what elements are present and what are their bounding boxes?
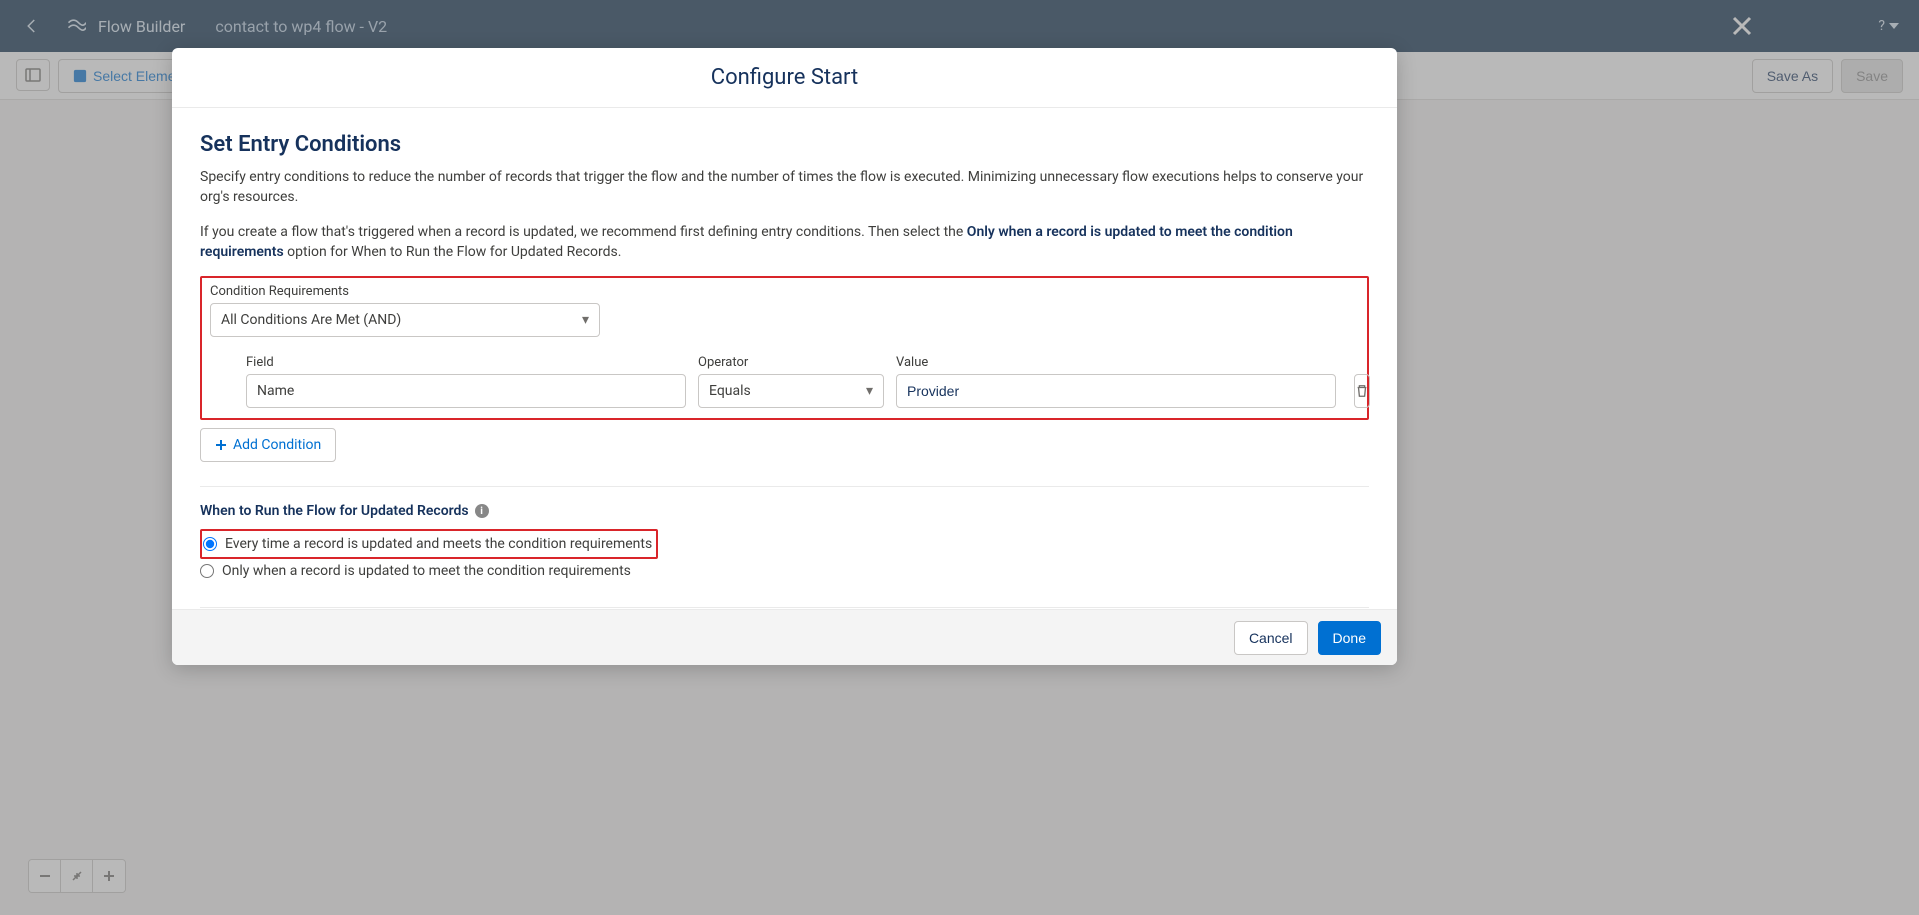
add-condition-label: Add Condition: [233, 437, 321, 453]
modal-header: Configure Start: [172, 48, 1397, 108]
info-icon[interactable]: i: [475, 504, 489, 518]
radio-option-2[interactable]: Only when a record is updated to meet th…: [200, 559, 1369, 583]
operator-select[interactable]: Equals ▾: [698, 374, 884, 408]
value-column: Value: [896, 355, 1336, 408]
field-column: Field Name: [246, 355, 686, 408]
field-select[interactable]: Name: [246, 374, 686, 408]
done-button[interactable]: Done: [1318, 621, 1381, 655]
chevron-down-icon: ▾: [582, 312, 589, 328]
radio-option-1[interactable]: Every time a record is updated and meets…: [203, 532, 652, 556]
when-to-run-title: When to Run the Flow for Updated Records…: [200, 503, 1369, 519]
section-heading: Set Entry Conditions: [200, 132, 1369, 157]
configure-start-modal: Configure Start Set Entry Conditions Spe…: [172, 48, 1397, 665]
add-condition-button[interactable]: Add Condition: [200, 428, 336, 462]
operator-label: Operator: [698, 355, 884, 370]
value-input[interactable]: [896, 374, 1336, 408]
field-label: Field: [246, 355, 686, 370]
condition-requirements-section: Condition Requirements All Conditions Ar…: [200, 276, 1369, 420]
description-2: If you create a flow that's triggered wh…: [200, 222, 1369, 263]
modal-body: Set Entry Conditions Specify entry condi…: [172, 108, 1397, 609]
modal-title: Configure Start: [711, 65, 858, 90]
modal-footer: Cancel Done: [172, 609, 1397, 665]
radio-option-1-highlight: Every time a record is updated and meets…: [200, 529, 658, 559]
radio-only-when[interactable]: [200, 564, 214, 578]
radio-every-time[interactable]: [203, 537, 217, 551]
chevron-down-icon: ▾: [866, 383, 873, 399]
condition-requirements-select[interactable]: All Conditions Are Met (AND) ▾: [210, 303, 600, 337]
description-1: Specify entry conditions to reduce the n…: [200, 167, 1369, 208]
condition-requirements-label: Condition Requirements: [210, 284, 1359, 299]
radio-only-when-label: Only when a record is updated to meet th…: [222, 563, 631, 579]
delete-condition-button[interactable]: [1354, 374, 1370, 408]
condition-requirements-value: All Conditions Are Met (AND): [221, 312, 401, 328]
cancel-button[interactable]: Cancel: [1234, 621, 1308, 655]
radio-every-time-label: Every time a record is updated and meets…: [225, 536, 652, 552]
value-label: Value: [896, 355, 1336, 370]
operator-column: Operator Equals ▾: [698, 355, 884, 408]
condition-row: Field Name Operator Equals ▾ Value: [210, 355, 1359, 408]
separator: [200, 486, 1369, 487]
operator-value: Equals: [709, 383, 751, 399]
field-value: Name: [257, 383, 294, 399]
